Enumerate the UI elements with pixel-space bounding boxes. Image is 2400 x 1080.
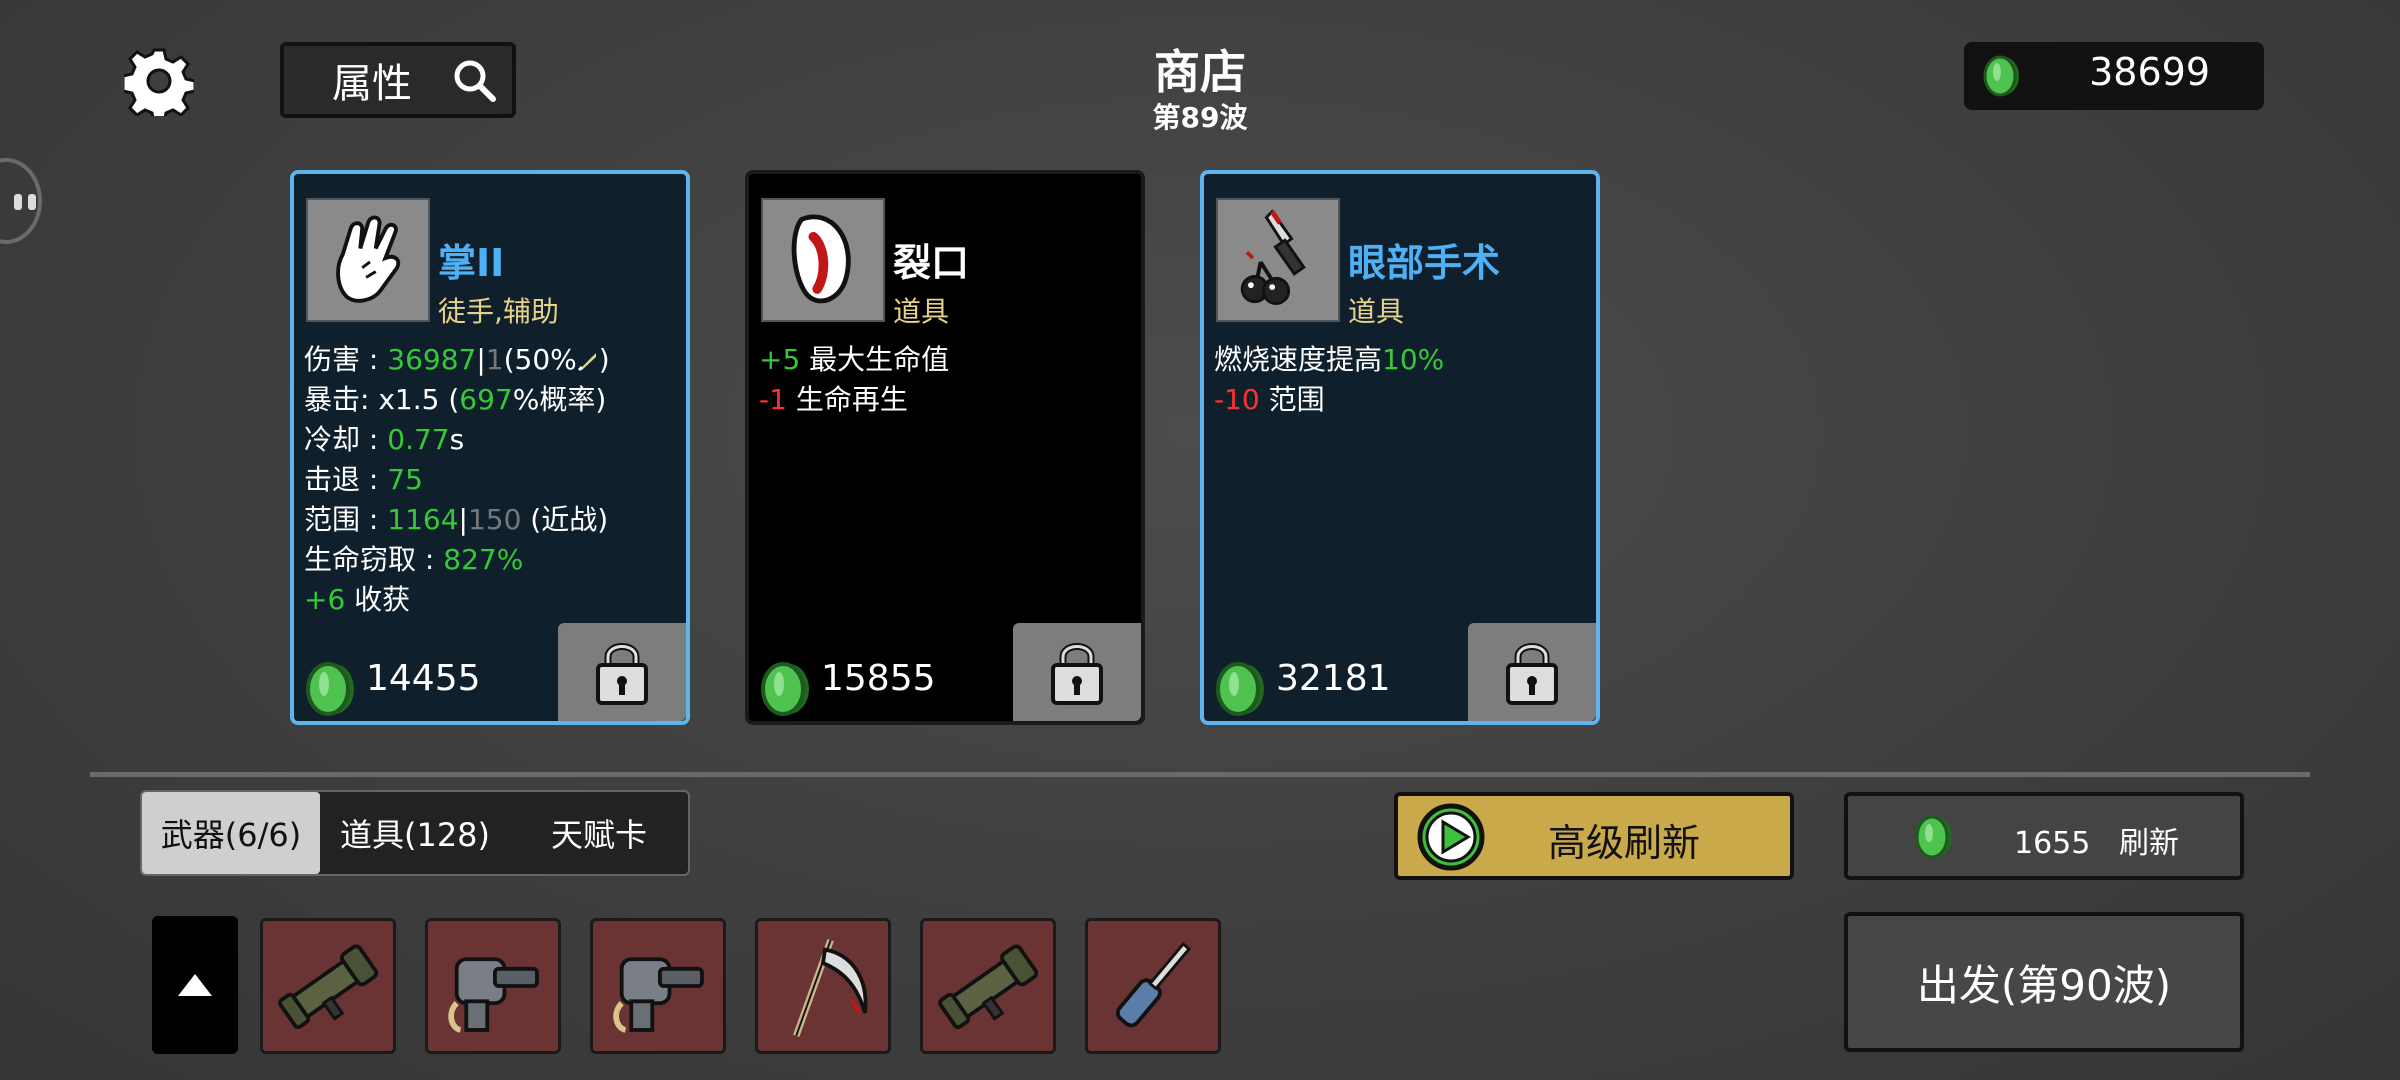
lock-icon bbox=[1506, 643, 1558, 705]
tab-items[interactable]: 道具(128) bbox=[320, 792, 510, 874]
item-stats: +5 最大生命值 -1 生命再生 bbox=[759, 340, 949, 420]
stat-range: 范围 : 1164|150 (近战) bbox=[304, 503, 609, 536]
coin-icon bbox=[1216, 662, 1264, 716]
stat-knockback: 击退 : 75 bbox=[304, 463, 423, 496]
shop-card-gash[interactable]: 裂口 道具 +5 最大生命值 -1 生命再生 15855 bbox=[745, 170, 1145, 725]
refresh-text: 刷新 bbox=[2118, 826, 2179, 861]
shop-title: 商店 bbox=[1154, 45, 1246, 99]
expand-up-button[interactable] bbox=[152, 916, 238, 1054]
palm-icon bbox=[306, 198, 430, 322]
item-stats: 伤害 : 36987|1(50%) 暴击: x1.5 (697%概率) 冷却 :… bbox=[304, 340, 610, 620]
arrow-up-icon bbox=[178, 974, 212, 996]
tab-talent-cards[interactable]: 天赋卡 bbox=[510, 792, 688, 874]
rocket-launcher-icon bbox=[938, 944, 1039, 1030]
search-icon bbox=[454, 60, 496, 102]
melee-damage-icon bbox=[577, 353, 596, 372]
item-name: 掌II bbox=[438, 241, 505, 285]
item-stats: 燃烧速度提高10% -10 范围 bbox=[1214, 340, 1444, 420]
stat-range: -10 范围 bbox=[1214, 383, 1325, 416]
play-ad-icon bbox=[1417, 803, 1485, 871]
weapon-slot[interactable] bbox=[920, 918, 1056, 1054]
gash-icon bbox=[761, 198, 885, 322]
weapon-slot[interactable] bbox=[590, 918, 726, 1054]
advanced-refresh-button[interactable]: 高级刷新 bbox=[1394, 792, 1794, 880]
inventory-tabs: 武器(6/6) 道具(128) 天赋卡 bbox=[140, 790, 690, 876]
stat-lifesteal: 生命窃取 : 827% bbox=[304, 543, 524, 576]
gauntlet-gun-icon bbox=[448, 957, 539, 1033]
stat-hp-regen: -1 生命再生 bbox=[759, 383, 908, 416]
shop-card-eye-surgery[interactable]: 眼部手术 道具 燃烧速度提高10% -10 范围 32181 bbox=[1200, 170, 1600, 725]
item-price: 32181 bbox=[1276, 658, 1391, 699]
coin-icon bbox=[761, 662, 809, 716]
item-price: 15855 bbox=[821, 658, 936, 699]
stat-max-hp: +5 最大生命值 bbox=[759, 343, 950, 376]
stat-damage: 伤害 : 36987|1(50%) bbox=[304, 343, 610, 376]
coin-icon bbox=[1915, 815, 1952, 859]
coin-icon bbox=[306, 662, 354, 716]
stat-harvest: +6 收获 bbox=[304, 583, 411, 616]
lock-button[interactable] bbox=[1468, 623, 1596, 721]
weapon-slot[interactable] bbox=[755, 918, 891, 1054]
money-display: 38699 bbox=[1964, 42, 2264, 110]
weapon-slot[interactable] bbox=[1085, 918, 1221, 1054]
side-menu-tab[interactable] bbox=[0, 158, 42, 244]
item-name: 裂口 bbox=[893, 241, 970, 285]
shop-card-palm[interactable]: 掌II 徒手,辅助 伤害 : 36987|1(50%) 暴击: x1.5 (69… bbox=[290, 170, 690, 725]
eye-surgery-icon bbox=[1216, 198, 1340, 322]
section-divider bbox=[90, 772, 2310, 777]
gauntlet-gun-icon bbox=[613, 957, 704, 1033]
refresh-cost: 1655 bbox=[2014, 826, 2091, 861]
stat-cooldown: 冷却 : 0.77s bbox=[304, 423, 465, 456]
rocket-launcher-icon bbox=[278, 944, 379, 1030]
lock-icon bbox=[1051, 643, 1103, 705]
weapon-slot[interactable] bbox=[260, 918, 396, 1054]
advanced-refresh-label: 高级刷新 bbox=[1548, 821, 1701, 865]
wave-indicator: 第89波 bbox=[1152, 101, 1248, 134]
screwdriver-icon bbox=[1115, 941, 1192, 1028]
refresh-label: 1655 刷新 bbox=[2014, 818, 2179, 862]
item-type: 道具 bbox=[1348, 295, 1405, 328]
weapon-slot[interactable] bbox=[425, 918, 561, 1054]
stat-burn-speed: 燃烧速度提高10% bbox=[1214, 343, 1445, 376]
settings-gear-icon[interactable] bbox=[121, 46, 197, 124]
tab-weapons[interactable]: 武器(6/6) bbox=[142, 792, 320, 874]
money-value: 38699 bbox=[2089, 50, 2210, 94]
attributes-button[interactable]: 属性 bbox=[280, 42, 516, 118]
lock-button[interactable] bbox=[1013, 623, 1141, 721]
lock-button[interactable] bbox=[558, 623, 686, 721]
scythe-icon bbox=[793, 938, 868, 1037]
item-type: 道具 bbox=[893, 295, 950, 328]
refresh-button[interactable]: 1655 刷新 bbox=[1844, 792, 2244, 880]
item-type: 徒手,辅助 bbox=[438, 295, 559, 328]
stat-crit: 暴击: x1.5 (697%概率) bbox=[304, 383, 607, 416]
attributes-label: 属性 bbox=[332, 61, 412, 107]
item-name: 眼部手术 bbox=[1348, 241, 1501, 285]
lock-icon bbox=[596, 643, 648, 705]
coin-icon bbox=[1983, 55, 2019, 97]
item-price: 14455 bbox=[366, 658, 481, 699]
depart-next-wave-button[interactable]: 出发(第90波) bbox=[1844, 912, 2244, 1052]
